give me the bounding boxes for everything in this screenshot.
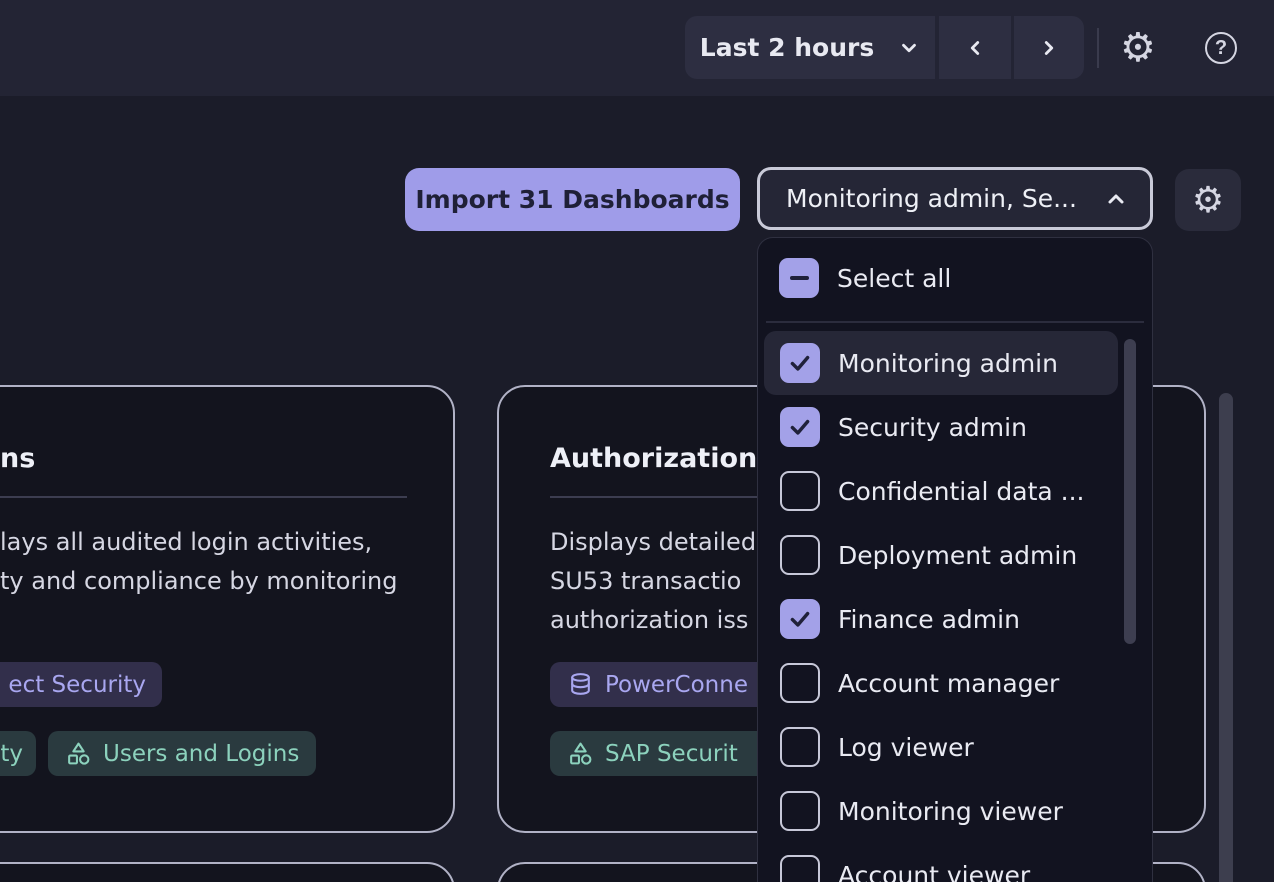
option-deployment-admin[interactable]: Deployment admin (764, 523, 1118, 587)
select-all-label: Select all (837, 264, 951, 293)
card-description: lays all audited login activities, ty an… (0, 523, 397, 601)
tag-users-and-logins[interactable]: Users and Logins (48, 731, 316, 776)
shapes-icon (65, 740, 92, 767)
checkbox[interactable] (780, 471, 820, 511)
time-range-group: Last 2 hours (685, 16, 1084, 79)
dashboard-settings-button[interactable]: ⚙ (1175, 169, 1241, 231)
page-scrollbar[interactable] (1219, 393, 1233, 882)
option-account-manager[interactable]: Account manager (764, 651, 1118, 715)
tag-security[interactable]: ect Security (0, 662, 162, 707)
dropdown-divider (766, 321, 1144, 323)
option-account-viewer[interactable]: Account viewer (764, 843, 1118, 882)
tag-sap-security-truncated[interactable]: ty (0, 731, 36, 776)
indeterminate-dash-icon (790, 276, 809, 280)
time-range-label: Last 2 hours (700, 33, 874, 62)
card-title-divider (550, 496, 782, 498)
option-finance-admin[interactable]: Finance admin (764, 587, 1118, 651)
topbar-divider (1097, 28, 1099, 68)
card-title: Authorization (550, 443, 757, 474)
shapes-icon (567, 740, 594, 767)
database-icon (567, 671, 594, 698)
roles-multiselect-trigger[interactable]: Monitoring admin, Se... (757, 167, 1153, 230)
time-range-button[interactable]: Last 2 hours (685, 16, 935, 79)
topbar: Last 2 hours ⚙ ? (0, 0, 1274, 96)
roles-multiselect-value: Monitoring admin, Se... (786, 184, 1077, 213)
checkbox[interactable] (780, 663, 820, 703)
checkbox[interactable] (780, 855, 820, 882)
settings-icon[interactable]: ⚙ (1120, 22, 1156, 74)
card-description: Displays detailed SU53 transactio author… (550, 523, 756, 640)
help-icon[interactable]: ? (1205, 32, 1237, 64)
chevron-left-icon (964, 37, 986, 59)
chevron-right-icon (1038, 37, 1060, 59)
card-title-divider (0, 496, 407, 498)
gear-icon: ⚙ (1192, 179, 1224, 221)
option-monitoring-viewer[interactable]: Monitoring viewer (764, 779, 1118, 843)
dropdown-scrollbar[interactable] (1124, 339, 1136, 644)
checkbox[interactable] (780, 535, 820, 575)
option-monitoring-admin[interactable]: Monitoring admin (764, 331, 1118, 395)
import-dashboards-button[interactable]: Import 31 Dashboards (405, 168, 740, 231)
option-log-viewer[interactable]: Log viewer (764, 715, 1118, 779)
roles-option-list: Monitoring admin Security admin Confiden… (764, 331, 1118, 882)
chevron-up-icon (1104, 187, 1128, 211)
time-back-button[interactable] (939, 16, 1011, 79)
app-root: Last 2 hours ⚙ ? Import 31 Dashboards Mo… (0, 0, 1274, 882)
chevron-down-icon (898, 37, 920, 59)
time-forward-button[interactable] (1014, 16, 1084, 79)
roles-dropdown-panel: Select all Monitoring admin Security adm… (757, 237, 1153, 882)
option-confidential-data[interactable]: Confidential data ... (764, 459, 1118, 523)
checkbox[interactable] (780, 727, 820, 767)
checkbox[interactable] (780, 407, 820, 447)
select-all-option[interactable]: Select all (779, 258, 951, 298)
checkbox[interactable] (780, 791, 820, 831)
option-security-admin[interactable]: Security admin (764, 395, 1118, 459)
card-title: ns (0, 443, 35, 474)
checkbox[interactable] (780, 343, 820, 383)
dashboard-card-next-row-left[interactable] (0, 862, 455, 882)
select-all-checkbox[interactable] (779, 258, 819, 298)
checkbox[interactable] (780, 599, 820, 639)
